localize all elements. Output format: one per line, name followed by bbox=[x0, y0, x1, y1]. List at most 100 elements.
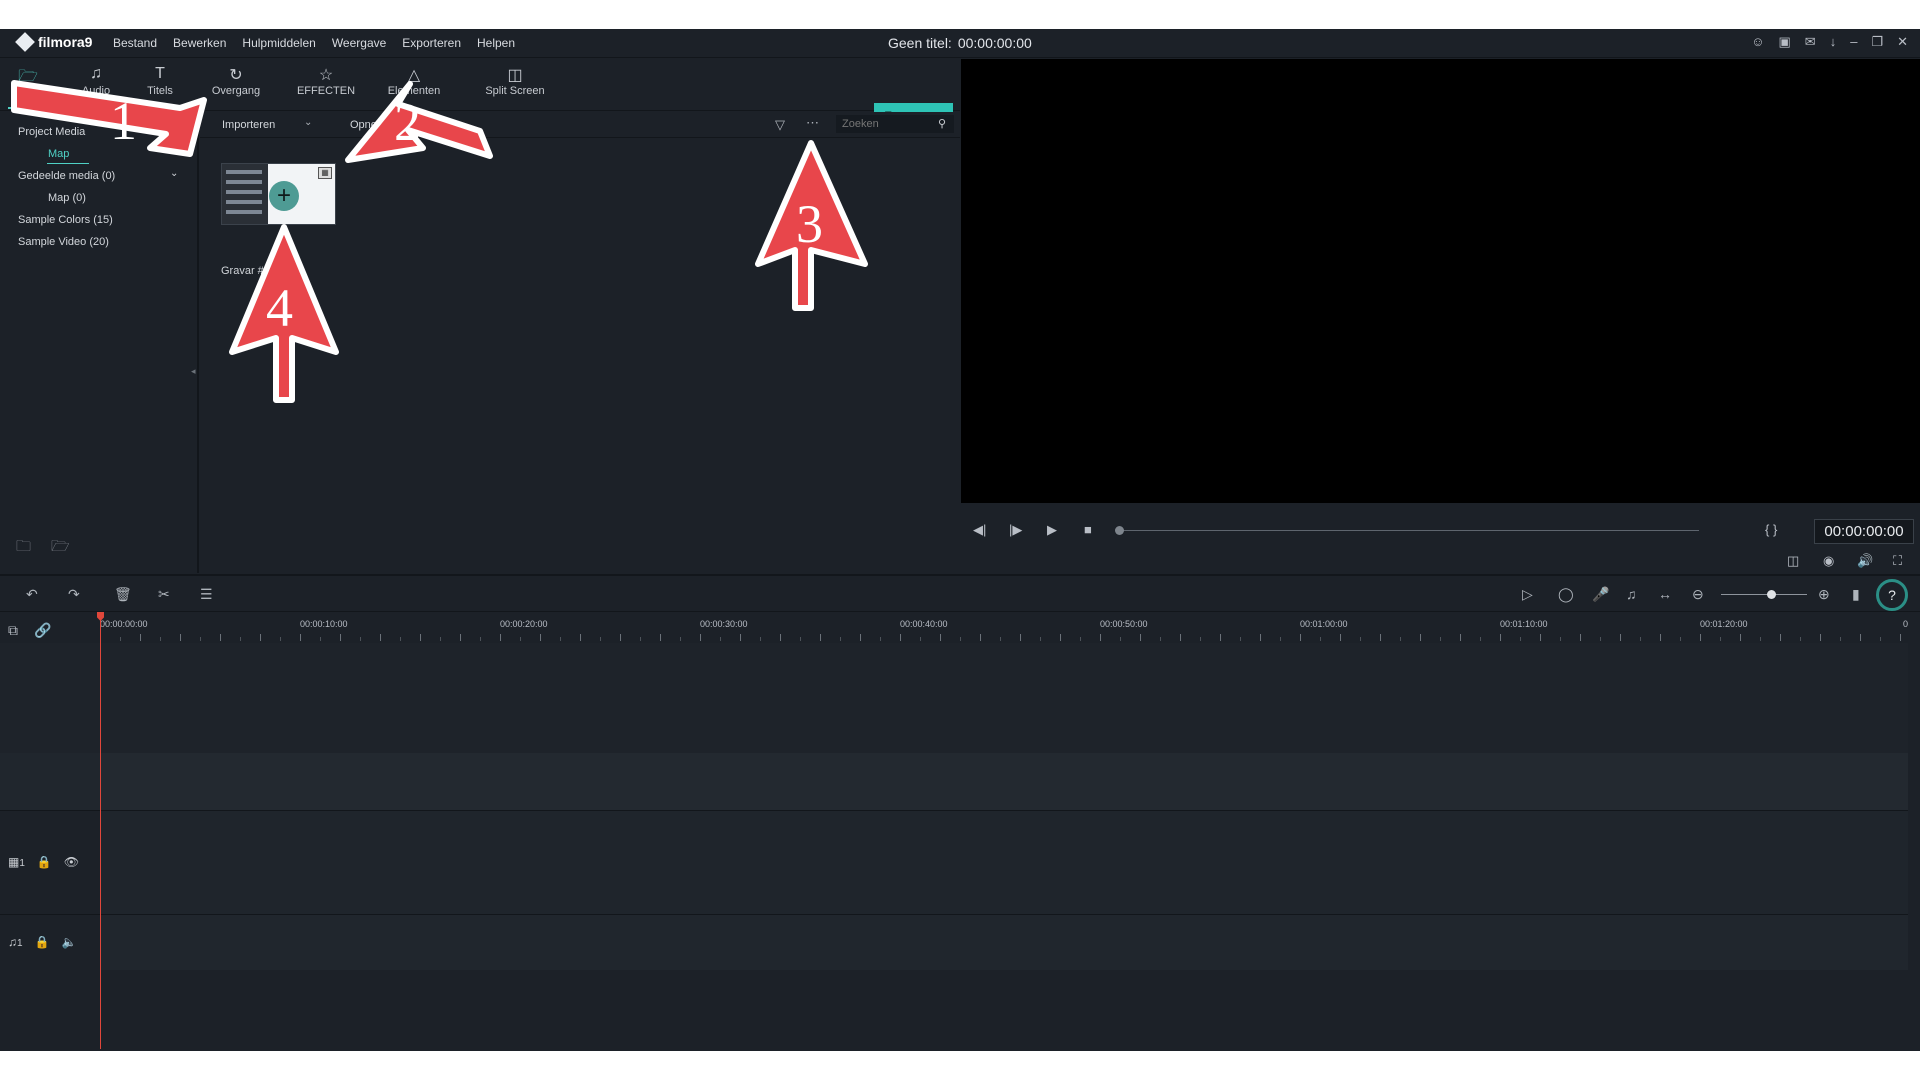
playhead[interactable] bbox=[100, 612, 101, 1049]
tab-effecten[interactable]: ☆ EFFECTEN bbox=[294, 65, 358, 97]
sidebar-item-project-media[interactable]: Project Media bbox=[18, 126, 85, 138]
search-icon[interactable]: ⚲ bbox=[938, 117, 946, 130]
eye-icon[interactable]: 👁 bbox=[64, 855, 79, 869]
stop-icon[interactable]: ■ bbox=[1084, 522, 1092, 537]
snapshot-icon[interactable]: ◉ bbox=[1823, 553, 1834, 569]
render-preview-icon[interactable]: ◫ bbox=[1787, 553, 1799, 569]
play-icon[interactable]: ▶ bbox=[1047, 522, 1057, 538]
sidebar-item-map[interactable]: Map bbox=[48, 148, 69, 160]
add-to-timeline-icon[interactable]: + bbox=[269, 181, 299, 211]
ruler-label: 00:00:00:00 bbox=[100, 619, 148, 629]
ruler-tick bbox=[1280, 637, 1281, 641]
ruler-tick bbox=[760, 637, 761, 641]
fullscreen-icon[interactable]: ⛶ bbox=[1893, 553, 1902, 569]
zoom-in-icon[interactable]: ⊕ bbox=[1818, 586, 1830, 603]
grid-view-icon[interactable]: ⋯ bbox=[806, 115, 819, 131]
empty-lane[interactable] bbox=[100, 753, 1908, 810]
sidebar-item-shared-media[interactable]: Gedeelde media (0) bbox=[18, 170, 115, 182]
mark-in-out-icon[interactable]: { } bbox=[1765, 522, 1777, 537]
undo-icon[interactable]: ↶ bbox=[26, 586, 38, 603]
help-icon[interactable]: ? bbox=[1876, 579, 1908, 611]
delete-folder-icon[interactable]: 🗁 bbox=[51, 536, 70, 561]
menu-weergave[interactable]: Weergave bbox=[332, 36, 386, 50]
ruler-tick bbox=[1720, 637, 1721, 641]
minimize-icon[interactable]: – bbox=[1850, 34, 1857, 50]
ruler-tick bbox=[1320, 637, 1321, 641]
ruler-tick bbox=[1760, 637, 1761, 641]
media-thumbnail[interactable]: + ▦ bbox=[221, 163, 336, 225]
menu-bewerken[interactable]: Bewerken bbox=[173, 36, 226, 50]
link-icon[interactable]: 🔗 bbox=[34, 622, 51, 639]
speaker-icon[interactable]: 🔈 bbox=[62, 935, 77, 949]
ruler-tick bbox=[1120, 637, 1121, 641]
zoom-slider[interactable] bbox=[1721, 594, 1807, 595]
filter-icon[interactable]: ▽ bbox=[775, 117, 785, 133]
tab-audio[interactable]: ♫ Audio bbox=[76, 65, 116, 97]
sidebar-item-shared-map[interactable]: Map (0) bbox=[48, 192, 86, 204]
render-icon[interactable]: ▷ bbox=[1522, 586, 1533, 603]
zoom-out-icon[interactable]: ⊖ bbox=[1692, 586, 1704, 603]
ruler-tick bbox=[180, 634, 181, 641]
sidebar-item-sample-video[interactable]: Sample Video (20) bbox=[18, 236, 109, 248]
scrubber-handle[interactable] bbox=[1115, 526, 1124, 535]
tab-elementen[interactable]: △ Elementen bbox=[382, 65, 446, 97]
adjust-icon[interactable]: ☰ bbox=[200, 586, 213, 603]
volume-icon[interactable]: 🔊 bbox=[1857, 553, 1873, 569]
import-button[interactable]: Importeren bbox=[222, 119, 275, 131]
ruler-tick bbox=[580, 634, 581, 641]
timeline-ruler[interactable]: 00:00:00:00 00:00:10:00 00:00:20:00 00:0… bbox=[100, 613, 1920, 643]
record-button[interactable]: Opnemen bbox=[350, 119, 398, 131]
collapse-panel-icon[interactable]: ◂ bbox=[191, 366, 196, 377]
cut-icon[interactable]: ✂ bbox=[158, 586, 170, 603]
app-name: filmora9 bbox=[38, 34, 93, 50]
lock-icon[interactable]: 🔒 bbox=[35, 935, 50, 949]
marker-icon[interactable]: ◯ bbox=[1558, 586, 1574, 603]
video-lane[interactable] bbox=[100, 810, 1908, 914]
previous-frame-icon[interactable]: ◀| bbox=[973, 522, 986, 538]
menu-helpen[interactable]: Helpen bbox=[477, 36, 515, 50]
ruler-tick bbox=[240, 637, 241, 641]
tab-media[interactable]: 🗁 Media bbox=[8, 65, 48, 109]
zoom-slider-handle[interactable] bbox=[1767, 590, 1776, 599]
ruler-tick bbox=[1200, 637, 1201, 641]
chevron-down-icon[interactable]: ⌄ bbox=[170, 168, 178, 179]
search-input[interactable] bbox=[836, 115, 954, 133]
next-frame-icon[interactable]: |▶ bbox=[1009, 522, 1022, 538]
music-icon: ♫ bbox=[90, 65, 102, 82]
menu-exporteren[interactable]: Exporteren bbox=[402, 36, 461, 50]
lock-icon[interactable]: 🔒 bbox=[37, 855, 52, 869]
ruler-tick bbox=[1820, 634, 1821, 641]
restore-icon[interactable]: ❐ bbox=[1871, 34, 1883, 50]
preview-scrubber[interactable] bbox=[1119, 530, 1699, 531]
close-icon[interactable]: ✕ bbox=[1897, 34, 1908, 50]
fit-timeline-icon[interactable]: ↔ bbox=[1658, 586, 1672, 602]
tab-split-screen[interactable]: ◫ Split Screen bbox=[480, 65, 550, 97]
audio-mixer-icon[interactable]: ♫ bbox=[1626, 586, 1637, 602]
tab-titels[interactable]: T Titels bbox=[140, 65, 180, 97]
ruler-tick bbox=[640, 637, 641, 641]
ruler-tick bbox=[1620, 634, 1621, 641]
empty-lane[interactable] bbox=[100, 643, 1908, 753]
redo-icon[interactable]: ↷ bbox=[68, 586, 80, 603]
save-icon[interactable]: ▣ bbox=[1779, 34, 1791, 50]
ruler-tick bbox=[1500, 634, 1501, 641]
ruler-tick bbox=[1040, 637, 1041, 641]
menu-bestand[interactable]: Bestand bbox=[113, 36, 157, 50]
audio-lane[interactable] bbox=[100, 914, 1908, 970]
delete-icon[interactable]: 🗑 bbox=[114, 586, 132, 603]
add-track-icon[interactable]: ⧉ bbox=[8, 622, 18, 639]
menu-hulpmiddelen[interactable]: Hulpmiddelen bbox=[242, 36, 315, 50]
panel-toggle-icon[interactable]: ▮ bbox=[1852, 586, 1860, 603]
ruler-tick bbox=[940, 634, 941, 641]
tab-overgang[interactable]: ↻ Overgang bbox=[206, 65, 266, 97]
sidebar-item-sample-colors[interactable]: Sample Colors (15) bbox=[18, 214, 113, 226]
microphone-icon[interactable]: 🎤 bbox=[1592, 586, 1609, 603]
account-icon[interactable]: ☺ bbox=[1751, 34, 1764, 50]
import-dropdown-icon[interactable]: ⌄ bbox=[304, 117, 312, 128]
mail-icon[interactable]: ✉ bbox=[1805, 34, 1816, 50]
filmora-app: filmora9 Bestand Bewerken Hulpmiddelen W… bbox=[0, 29, 1920, 1051]
download-icon[interactable]: ↓ bbox=[1830, 34, 1837, 50]
new-folder-icon[interactable]: 🗀 bbox=[16, 536, 31, 561]
ruler-tick bbox=[400, 637, 401, 641]
ruler-tick bbox=[660, 634, 661, 641]
